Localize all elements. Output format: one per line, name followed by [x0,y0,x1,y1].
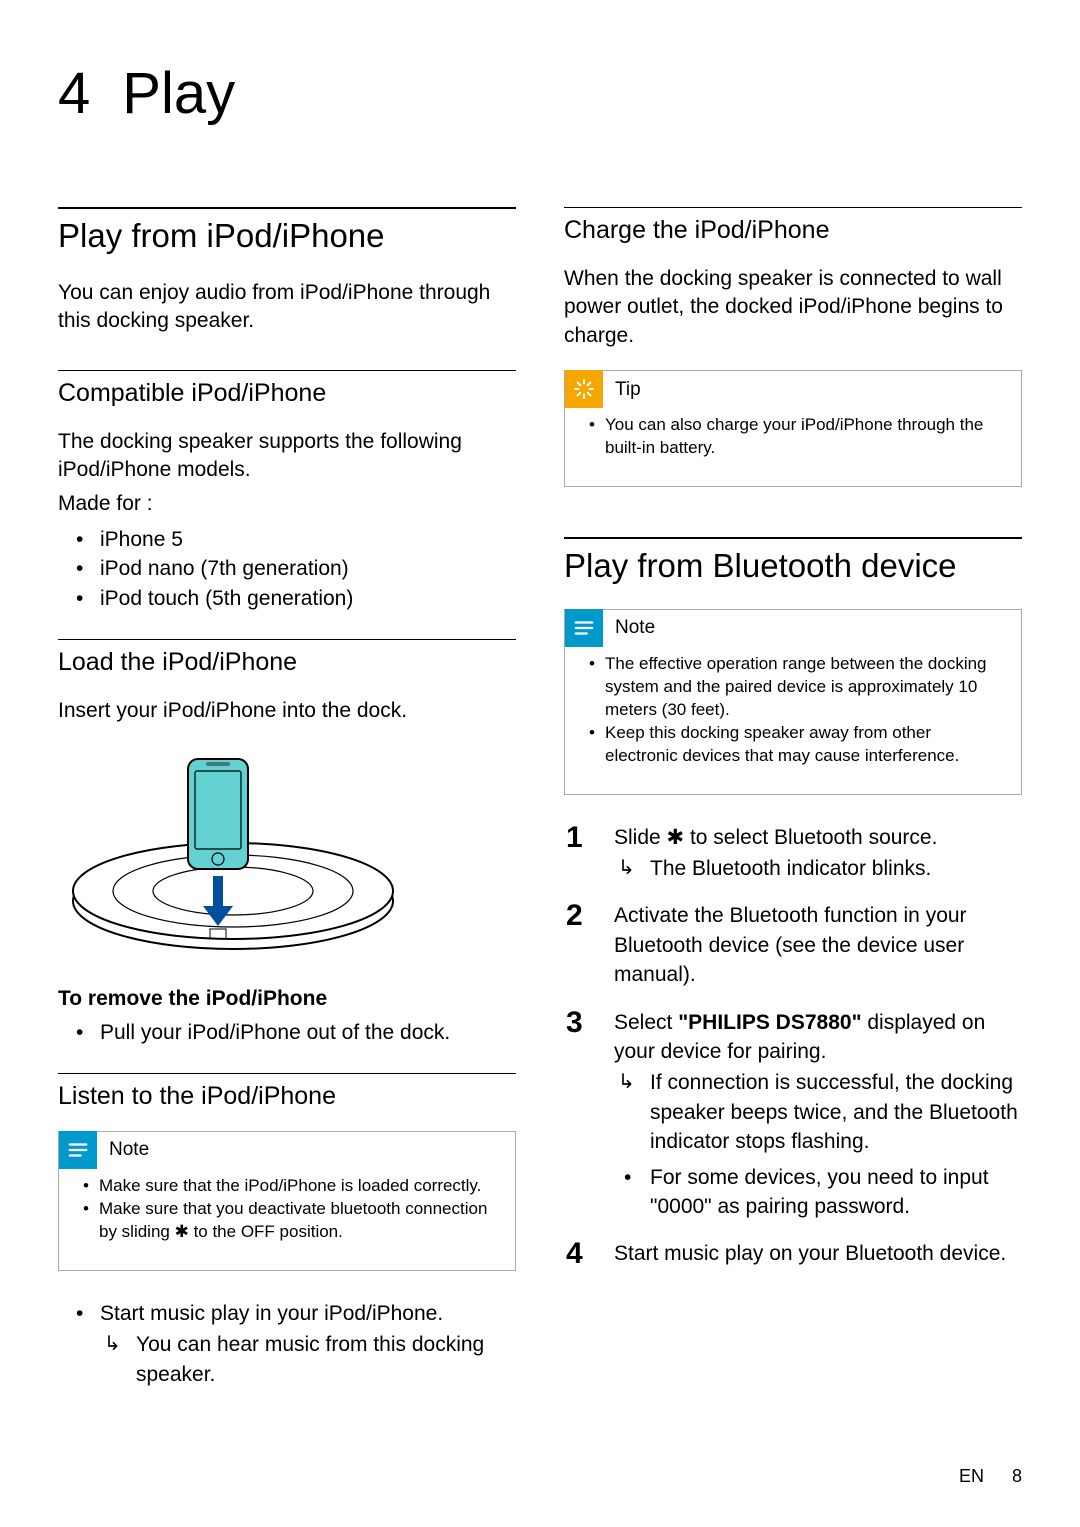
result-item: You can hear music from this docking spe… [100,1330,516,1389]
note-list: The effective operation range between th… [579,653,1007,768]
note-callout: Note The effective operation range betwe… [564,609,1022,795]
step-text-pre: Select [614,1011,678,1034]
note-icon [565,609,603,647]
paragraph: Made for : [58,490,516,518]
dock-illustration [58,741,516,961]
note-label: Note [615,617,655,639]
step-item: Select "PHILIPS DS7880" displayed on you… [564,1008,1022,1222]
heading-listen: Listen to the iPod/iPhone [58,1082,516,1111]
note-label: Note [109,1139,149,1161]
step-text: Activate the Bluetooth function in your … [614,904,967,986]
chapter-heading: 4 Play [58,60,1022,127]
heading-load: Load the iPod/iPhone [58,648,516,677]
sub-bullet-list: For some devices, you need to input "000… [614,1163,1022,1222]
heading-play-bluetooth: Play from Bluetooth device [564,547,1022,585]
step-text: Start music play on your Bluetooth devic… [614,1242,1006,1265]
section-rule [58,207,516,209]
footer-page-number: 8 [1012,1466,1022,1487]
left-column: Play from iPod/iPhone You can enjoy audi… [58,207,516,1415]
paragraph: The docking speaker supports the followi… [58,428,516,485]
page-footer: EN 8 [959,1466,1022,1487]
subsection-rule [58,639,516,640]
subsection-rule [58,370,516,371]
list-item: Start music play in your iPod/iPhone. Yo… [58,1299,516,1389]
list-item: Make sure that you deactivate bluetooth … [73,1198,501,1244]
list-item-text: Start music play in your iPod/iPhone. [100,1302,443,1325]
list-item: The effective operation range between th… [579,653,1007,722]
tip-list: You can also charge your iPod/iPhone thr… [579,414,1007,460]
bluetooth-steps: Slide ✱ to select Bluetooth source. The … [564,823,1022,1269]
tip-label: Tip [615,379,641,401]
paragraph: You can enjoy audio from iPod/iPhone thr… [58,279,516,336]
tip-icon [565,370,603,408]
paragraph: When the docking speaker is connected to… [564,265,1022,350]
listen-steps: Start music play in your iPod/iPhone. Yo… [58,1299,516,1389]
step-item: Slide ✱ to select Bluetooth source. The … [564,823,1022,884]
list-item: iPod touch (5th generation) [58,584,516,613]
result-item: If connection is successful, the docking… [614,1068,1022,1156]
list-item: For some devices, you need to input "000… [614,1163,1022,1222]
step-text-bold: "PHILIPS DS7880" [678,1011,861,1034]
list-item: iPod nano (7th generation) [58,554,516,583]
section-rule [564,537,1022,539]
heading-play-from-ipod: Play from iPod/iPhone [58,217,516,255]
list-item: Make sure that the iPod/iPhone is loaded… [73,1175,501,1198]
heading-compatible: Compatible iPod/iPhone [58,379,516,408]
list-item: iPhone 5 [58,525,516,554]
subsection-rule [564,207,1022,208]
heading-charge: Charge the iPod/iPhone [564,216,1022,245]
right-column: Charge the iPod/iPhone When the docking … [564,207,1022,1415]
step-item: Activate the Bluetooth function in your … [564,901,1022,989]
step-text: Slide ✱ to select Bluetooth source. [614,826,937,849]
list-item: Keep this docking speaker away from othe… [579,722,1007,768]
paragraph: Insert your iPod/iPhone into the dock. [58,697,516,725]
chapter-title: Play [122,60,235,127]
chapter-number: 4 [58,60,90,127]
footer-lang: EN [959,1466,984,1487]
note-list: Make sure that the iPod/iPhone is loaded… [73,1175,501,1244]
note-icon [59,1131,97,1169]
list-item: You can also charge your iPod/iPhone thr… [579,414,1007,460]
subheading-remove: To remove the iPod/iPhone [58,985,516,1013]
compatible-list: iPhone 5 iPod nano (7th generation) iPod… [58,525,516,613]
note-callout: Note Make sure that the iPod/iPhone is l… [58,1131,516,1271]
remove-list: Pull your iPod/iPhone out of the dock. [58,1018,516,1047]
subsection-rule [58,1073,516,1074]
step-item: Start music play on your Bluetooth devic… [564,1239,1022,1268]
list-item: Pull your iPod/iPhone out of the dock. [58,1018,516,1047]
result-item: The Bluetooth indicator blinks. [614,854,1022,883]
tip-callout: Tip You can also charge your iPod/iPhone… [564,370,1022,487]
